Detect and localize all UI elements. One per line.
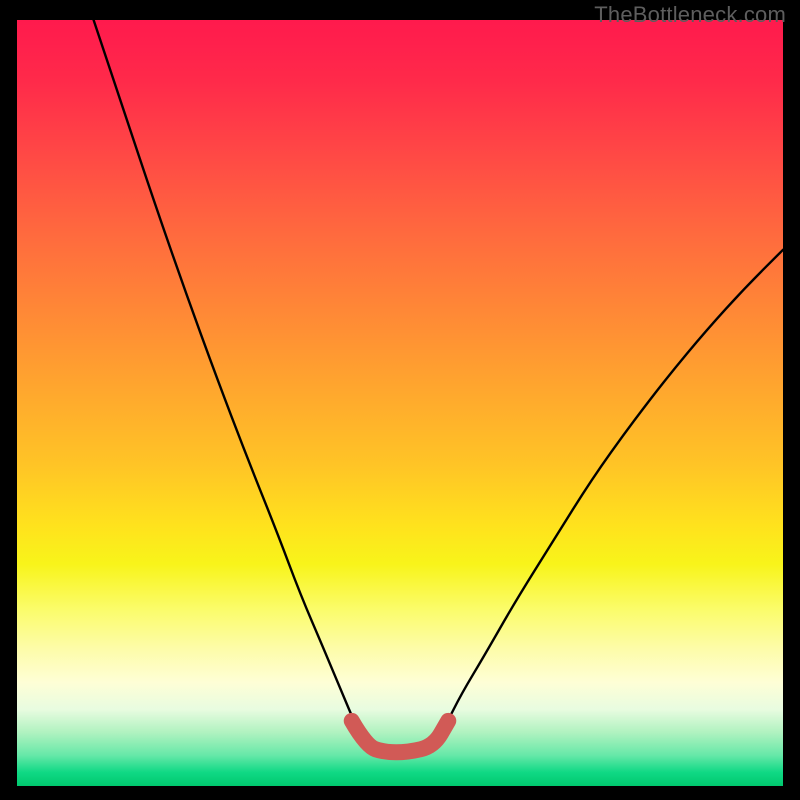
chart-frame: TheBottleneck.com [0,0,800,800]
watermark-text: TheBottleneck.com [594,2,786,28]
series-red-flat-thick [352,721,449,752]
series-black-v-curve [94,20,783,746]
chart-svg [17,20,783,786]
plot-area [17,20,783,786]
